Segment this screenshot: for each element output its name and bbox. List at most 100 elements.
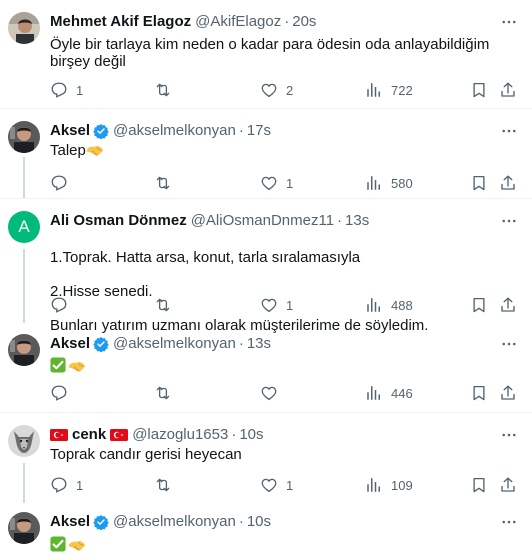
retweet-button[interactable] [154,475,172,495]
tweet-mehmet-akif-elagoz[interactable]: Mehmet Akif Elagoz @AkifElagoz · 20s Öyl… [0,0,532,108]
timestamp[interactable]: 20s [292,12,316,32]
more-icon[interactable] [500,426,518,444]
avatar[interactable] [8,512,40,544]
reply-button[interactable] [50,383,68,403]
timestamp[interactable]: 17s [247,121,271,141]
thread-line [23,249,25,323]
display-name[interactable]: Aksel [50,512,90,532]
like-icon [260,174,278,192]
reply-icon [50,174,68,192]
share-button[interactable] [499,80,517,100]
more-icon[interactable] [500,335,518,353]
share-button[interactable] [499,173,517,193]
reply-count: 1 [76,82,84,98]
retweet-button[interactable] [154,295,172,315]
share-button[interactable] [499,475,517,495]
display-name[interactable]: cenk [72,425,106,445]
bookmark-button[interactable] [470,173,488,193]
verified-icon [93,123,109,139]
tweet-aksel-reply-3[interactable]: Aksel @akselmelkonyan · 10s [0,502,532,560]
view-count: 109 [391,477,413,493]
tweet-text: Toprak candır gerisi heyecan [50,446,242,463]
like-button[interactable] [260,383,278,403]
retweet-icon [154,476,172,494]
reply-button[interactable] [50,173,68,193]
share-button[interactable] [499,383,517,403]
share-icon [499,296,517,314]
views-button[interactable]: 722 [365,80,413,100]
display-name[interactable]: Aksel [50,121,90,141]
handle[interactable]: @lazoglu1653 [132,425,228,445]
display-name[interactable]: Aksel [50,334,90,354]
views-button[interactable]: 580 [365,173,413,193]
bookmark-icon [470,476,488,494]
timeline: Mehmet Akif Elagoz @AkifElagoz · 20s Öyl… [0,0,532,560]
avatar[interactable]: A [8,211,40,243]
like-button[interactable]: 1 [260,475,293,495]
reply-button[interactable]: 1 [50,80,83,100]
share-icon [499,174,517,192]
display-name[interactable]: Mehmet Akif Elagoz [50,12,191,32]
tweet-ali-osman-donmez[interactable]: A Ali Osman Dönmez @AliOsmanDnmez11 · 13… [0,198,532,334]
tweet-text [50,536,510,554]
tweet-text [50,357,510,375]
thread-line [23,157,25,199]
bookmark-button[interactable] [470,475,488,495]
tweet-header: Aksel @akselmelkonyan · 17s [50,121,271,141]
avatar[interactable] [8,12,40,44]
retweet-button[interactable] [154,80,172,100]
like-button[interactable]: 1 [260,173,293,193]
more-icon[interactable] [500,13,518,31]
handle[interactable]: @AliOsmanDnmez11 [191,211,334,231]
timestamp[interactable]: 10s [247,512,271,532]
dot-separator: · [284,13,290,30]
tweet-cenk[interactable]: cenk @lazoglu1653 · 10s Toprak candır ge… [0,412,532,503]
reply-button[interactable] [50,295,68,315]
more-icon[interactable] [500,212,518,230]
tweet-header: Mehmet Akif Elagoz @AkifElagoz · 20s [50,12,316,32]
tweet-aksel-reply-1[interactable]: Aksel @akselmelkonyan · 17s Talep 1 580 [0,108,532,199]
views-button[interactable]: 446 [365,383,413,403]
view-count: 722 [391,82,413,98]
reply-icon [50,81,68,99]
bookmark-button[interactable] [470,80,488,100]
display-name[interactable]: Ali Osman Dönmez [50,211,187,231]
handle[interactable]: @akselmelkonyan [113,512,236,532]
avatar[interactable] [8,121,40,153]
more-icon[interactable] [500,122,518,140]
tweet-aksel-reply-2[interactable]: Aksel @akselmelkonyan · 13s 446 [0,322,532,410]
views-button[interactable]: 488 [365,295,413,315]
views-button[interactable]: 109 [365,475,413,495]
avatar[interactable] [8,334,40,366]
tweet-text: Talep [50,142,510,159]
handle[interactable]: @AkifElagoz [195,12,281,32]
timestamp[interactable]: 10s [239,425,263,445]
share-icon [499,81,517,99]
bookmark-button[interactable] [470,295,488,315]
tweet-header: Aksel @akselmelkonyan · 13s [50,334,271,354]
views-icon [365,296,383,314]
timestamp[interactable]: 13s [247,334,271,354]
retweet-button[interactable] [154,383,172,403]
bookmark-button[interactable] [470,383,488,403]
handshake-emoji [86,144,104,157]
handle[interactable]: @akselmelkonyan [113,121,236,141]
like-count: 1 [286,477,294,493]
like-button[interactable]: 2 [260,80,293,100]
dot-separator: · [238,335,244,352]
share-button[interactable] [499,295,517,315]
like-button[interactable]: 1 [260,295,293,315]
dot-separator: · [238,513,244,530]
reply-button[interactable]: 1 [50,475,83,495]
retweet-button[interactable] [154,173,172,193]
dot-separator: · [337,212,343,229]
handle[interactable]: @akselmelkonyan [113,334,236,354]
reply-icon [50,476,68,494]
timestamp[interactable]: 13s [345,211,369,231]
more-icon[interactable] [500,513,518,531]
handshake-emoji [68,539,86,552]
like-count: 1 [286,175,294,191]
avatar-letter: A [18,217,30,236]
avatar[interactable] [8,425,40,457]
tweet-actions: 1 2 722 [50,80,520,100]
